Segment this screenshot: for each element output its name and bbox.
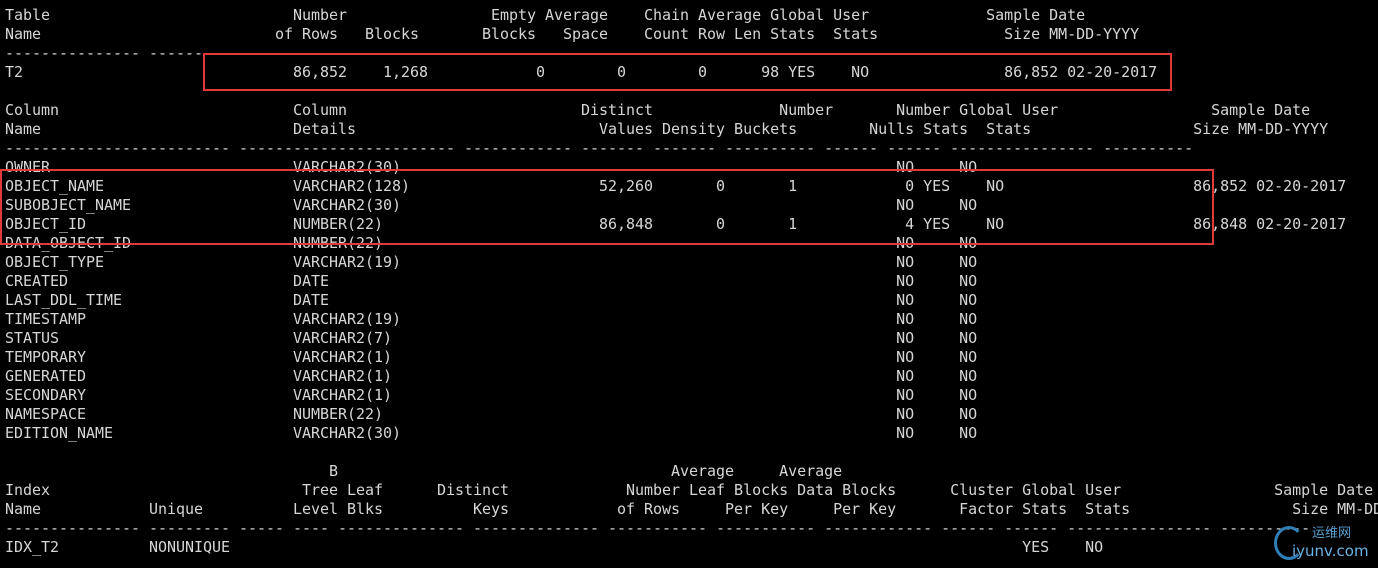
terminal-line: Name of Rows Blocks Blocks Space Count R… [5, 25, 1140, 43]
terminal-line: OBJECT_TYPE VARCHAR2(19) NO NO [5, 253, 978, 271]
terminal-line: Column Column Distinct Number Number Glo… [5, 101, 1311, 119]
terminal-line: EDITION_NAME VARCHAR2(30) NO NO [5, 424, 978, 442]
site-watermark: 运维网 iyunv.com [1274, 522, 1370, 564]
terminal-line: LAST_DDL_TIME DATE NO NO [5, 291, 978, 309]
watermark-url-text: iyunv.com [1292, 542, 1369, 560]
column-stats-highlight [0, 169, 1214, 245]
terminal-line: Index Tree Leaf Distinct Number Leaf Blo… [5, 481, 1374, 499]
terminal-line: --------------- --------- ----- ---- ---… [5, 519, 1311, 537]
terminal-line: SECONDARY VARCHAR2(1) NO NO [5, 386, 978, 404]
terminal-line: STATUS VARCHAR2(7) NO NO [5, 329, 978, 347]
table-stats-highlight [203, 53, 1172, 91]
watermark-cn-text: 运维网 [1312, 526, 1352, 541]
terminal-line: TEMPORARY VARCHAR2(1) NO NO [5, 348, 978, 366]
terminal-line: CREATED DATE NO NO [5, 272, 978, 290]
terminal-line: TIMESTAMP VARCHAR2(19) NO NO [5, 310, 978, 328]
terminal-line: Table Number Empty Average Chain Average… [5, 6, 1086, 24]
terminal-line: Name Unique Level Blks Keys of Rows Per … [5, 500, 1378, 518]
terminal-line: NAMESPACE NUMBER(22) NO NO [5, 405, 978, 423]
terminal-line: Name Details Values Density Buckets Null… [5, 120, 1329, 138]
terminal-line: GENERATED VARCHAR2(1) NO NO [5, 367, 978, 385]
terminal-line: IDX_T2 NONUNIQUE YES NO [5, 538, 1104, 556]
terminal-line: ------------------------- --------------… [5, 139, 1194, 157]
terminal-line: B Average Average [5, 462, 843, 480]
